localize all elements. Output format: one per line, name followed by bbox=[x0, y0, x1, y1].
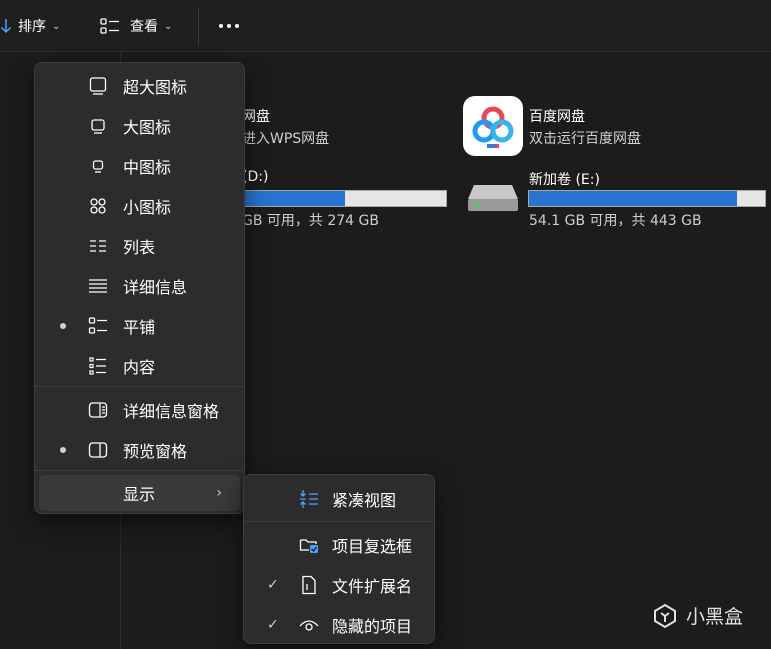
small-icons-icon bbox=[87, 195, 109, 217]
menu-item-label: 文件扩展名 bbox=[332, 577, 413, 596]
menu-separator bbox=[244, 521, 434, 522]
drive-e-space: 54.1 GB 可用，共 443 GB bbox=[529, 210, 702, 230]
drive-d-label: (D:) bbox=[242, 169, 269, 185]
menu-item-label: 超大图标 bbox=[123, 78, 188, 97]
menu-item-file-extensions[interactable]: ✓ 文件扩展名 bbox=[248, 567, 430, 603]
menu-item-label: 内容 bbox=[123, 358, 156, 377]
file-extension-icon bbox=[298, 574, 320, 596]
chevron-down-icon: ⌄ bbox=[164, 20, 173, 32]
sort-arrow-icon bbox=[0, 19, 12, 34]
wps-cloud-title: 网盘 bbox=[242, 109, 270, 125]
menu-item-label: 中图标 bbox=[123, 158, 172, 177]
menu-item-label: 显示 bbox=[123, 485, 156, 504]
more-dot-icon bbox=[235, 24, 239, 28]
hidden-items-icon bbox=[298, 614, 320, 636]
baidu-netdisk-subtitle: 双击运行百度网盘 bbox=[529, 131, 641, 147]
view-button[interactable]: 查看 ⌄ bbox=[100, 12, 172, 40]
menu-item-small-icons[interactable]: 小图标 bbox=[39, 188, 240, 224]
preview-pane-icon bbox=[87, 439, 109, 461]
drive-d-space-text: GB 可用，共 274 GB bbox=[242, 213, 379, 229]
medium-icons-icon bbox=[87, 155, 109, 177]
baidu-netdisk-icon[interactable] bbox=[463, 96, 523, 156]
menu-item-large-icons[interactable]: 大图标 bbox=[39, 108, 240, 144]
watermark: 小黑盒 bbox=[652, 602, 743, 629]
menu-item-label: 隐藏的项目 bbox=[332, 617, 413, 636]
content-icon bbox=[87, 355, 109, 377]
menu-item-label: 详细信息窗格 bbox=[123, 402, 220, 421]
view-menu: 超大图标 大图标 中图标 小图标 列表 详细信息 平铺 内容 详细信息窗格 预览… bbox=[34, 62, 245, 514]
details-icon bbox=[87, 275, 109, 297]
check-icon: ✓ bbox=[267, 617, 279, 633]
show-submenu: 紧凑视图 项目复选框 ✓ 文件扩展名 ✓ 隐藏的项目 bbox=[243, 474, 435, 644]
menu-item-label: 项目复选框 bbox=[332, 537, 413, 556]
baidu-netdisk-title: 百度网盘 bbox=[529, 109, 585, 125]
chevron-down-icon: ⌄ bbox=[52, 20, 61, 32]
compact-view-icon bbox=[298, 488, 320, 510]
menu-item-preview-pane[interactable]: 预览窗格 bbox=[39, 432, 240, 468]
drive-e-usage-bar bbox=[528, 190, 766, 207]
menu-item-label: 详细信息 bbox=[123, 278, 188, 297]
menu-item-extra-large-icons[interactable]: 超大图标 bbox=[39, 68, 240, 104]
drive-e-name[interactable]: 新加卷 (E:) bbox=[529, 169, 600, 189]
hard-drive-icon[interactable] bbox=[466, 183, 520, 213]
menu-item-list[interactable]: 列表 bbox=[39, 228, 240, 264]
selected-bullet-icon bbox=[60, 447, 66, 453]
baidu-netdisk-tile[interactable]: 百度网盘 双击运行百度网盘 bbox=[529, 106, 641, 148]
menu-item-content[interactable]: 内容 bbox=[39, 348, 240, 384]
menu-separator bbox=[35, 386, 244, 387]
list-icon bbox=[87, 235, 109, 257]
check-icon: ✓ bbox=[267, 577, 279, 593]
more-dot-icon bbox=[219, 24, 223, 28]
watermark-text: 小黑盒 bbox=[686, 606, 744, 628]
menu-item-show[interactable]: 显示 › bbox=[39, 475, 240, 511]
menu-item-label: 小图标 bbox=[123, 198, 172, 217]
drive-e-space-text: 54.1 GB 可用，共 443 GB bbox=[529, 213, 702, 229]
item-checkbox-icon bbox=[298, 534, 320, 556]
drive-d-name[interactable]: (D:) bbox=[242, 169, 268, 185]
menu-item-compact-view[interactable]: 紧凑视图 bbox=[248, 481, 430, 517]
menu-separator bbox=[35, 470, 244, 471]
sort-button[interactable]: 排序 ⌄ bbox=[0, 12, 60, 40]
menu-item-item-checkboxes[interactable]: 项目复选框 bbox=[248, 527, 430, 563]
menu-item-label: 平铺 bbox=[123, 318, 156, 337]
menu-item-label: 列表 bbox=[123, 238, 156, 257]
drive-d-space: GB 可用，共 274 GB bbox=[242, 210, 379, 230]
selected-bullet-icon bbox=[60, 323, 66, 329]
sort-label: 排序 bbox=[18, 19, 46, 35]
wps-cloud-subtitle: 进入WPS网盘 bbox=[242, 131, 330, 147]
drive-d-usage-bar bbox=[242, 190, 447, 207]
menu-item-label: 预览窗格 bbox=[123, 442, 188, 461]
large-icons-icon bbox=[87, 115, 109, 137]
details-pane-icon bbox=[87, 399, 109, 421]
more-options-button[interactable] bbox=[214, 12, 244, 40]
view-label: 查看 bbox=[130, 19, 158, 35]
drive-d-usage-fill bbox=[243, 191, 345, 206]
view-icon bbox=[100, 18, 119, 34]
heybox-logo-icon bbox=[654, 603, 676, 628]
menu-item-details[interactable]: 详细信息 bbox=[39, 268, 240, 304]
menu-item-details-pane[interactable]: 详细信息窗格 bbox=[39, 392, 240, 428]
menu-item-label: 紧凑视图 bbox=[332, 491, 397, 510]
menu-item-medium-icons[interactable]: 中图标 bbox=[39, 148, 240, 184]
toolbar-divider bbox=[198, 8, 199, 46]
menu-item-label: 大图标 bbox=[123, 118, 172, 137]
drive-e-label: 新加卷 (E:) bbox=[529, 172, 600, 188]
menu-item-tiles[interactable]: 平铺 bbox=[39, 308, 240, 344]
more-dot-icon bbox=[227, 24, 231, 28]
command-bar: 排序 ⌄ 查看 ⌄ bbox=[0, 0, 771, 52]
wps-cloud-tile[interactable]: 网盘 进入WPS网盘 bbox=[242, 106, 329, 148]
drive-e-usage-fill bbox=[529, 191, 737, 206]
chevron-right-icon: › bbox=[216, 485, 222, 501]
extra-large-icons-icon bbox=[87, 75, 109, 97]
tiles-icon bbox=[87, 315, 109, 337]
menu-item-hidden-items[interactable]: ✓ 隐藏的项目 bbox=[248, 607, 430, 643]
